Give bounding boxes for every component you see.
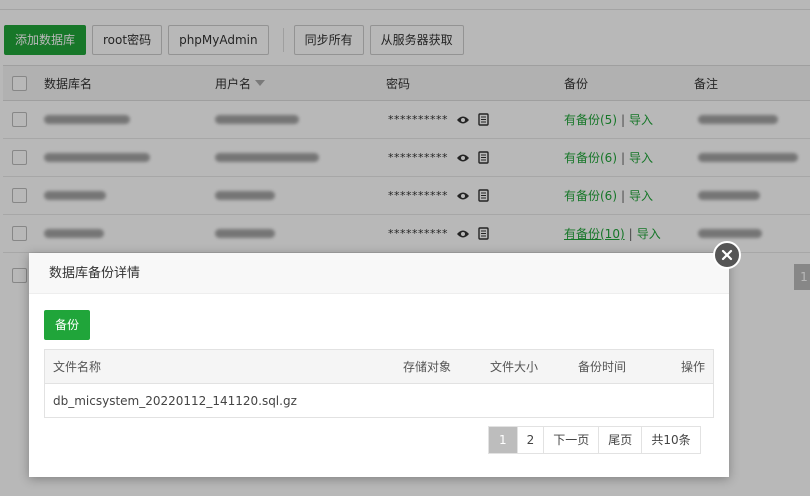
pagination: 1 2 下一页 尾页 共10条 (488, 426, 701, 454)
page-1-button[interactable]: 1 (489, 427, 518, 453)
col-action: 操作 (681, 360, 706, 374)
total-count: 共10条 (642, 427, 700, 453)
close-modal-button[interactable] (713, 241, 741, 269)
col-file-name: 文件名称 (53, 360, 102, 374)
last-page-button[interactable]: 尾页 (599, 427, 643, 453)
backup-details-modal: 数据库备份详情 备份 文件名称 存储对象 文件大小 备份时间 操作 db_mic… (29, 253, 729, 477)
backup-file-name: db_micsystem_20220112_141120.sql.gz (53, 393, 297, 408)
backup-table-header: 文件名称 存储对象 文件大小 备份时间 操作 (45, 350, 713, 384)
next-page-button[interactable]: 下一页 (544, 427, 600, 453)
col-backup-time: 备份时间 (578, 360, 627, 374)
close-icon (721, 249, 733, 261)
page-2-button[interactable]: 2 (517, 427, 545, 453)
table-row: db_micsystem_20220112_141120.sql.gz (45, 384, 713, 417)
backup-button[interactable]: 备份 (44, 310, 91, 340)
backup-table: 文件名称 存储对象 文件大小 备份时间 操作 db_micsystem_2022… (44, 349, 714, 418)
col-file-size: 文件大小 (490, 360, 539, 374)
modal-title: 数据库备份详情 (29, 253, 729, 294)
col-storage: 存储对象 (403, 360, 452, 374)
